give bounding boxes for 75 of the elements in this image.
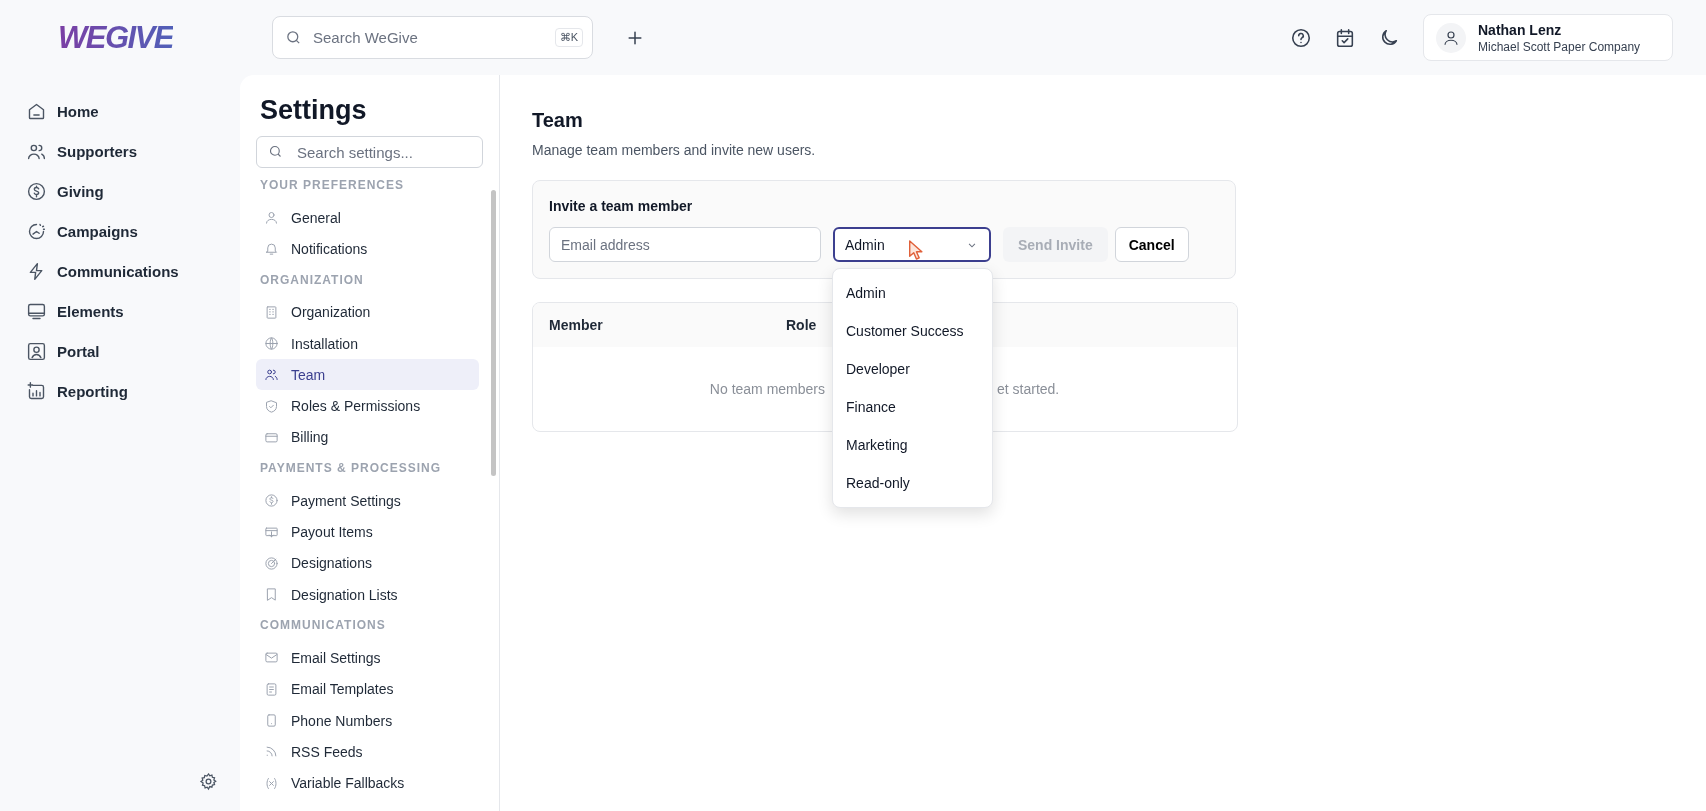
settings-item[interactable]: Email Templates bbox=[256, 673, 479, 705]
invite-title: Invite a team member bbox=[549, 198, 694, 214]
settings-item[interactable]: Billing bbox=[256, 421, 479, 454]
role-option[interactable]: Finance bbox=[833, 388, 992, 426]
role-option[interactable]: Admin bbox=[833, 274, 992, 312]
phone-icon bbox=[264, 713, 279, 728]
section-heading: COMMUNICATIONS bbox=[259, 617, 387, 635]
role-option[interactable]: Developer bbox=[833, 350, 992, 388]
page-subtitle: Manage team members and invite new users. bbox=[532, 142, 817, 158]
building-icon bbox=[264, 304, 279, 320]
people-icon bbox=[264, 367, 279, 383]
scrollbar[interactable] bbox=[491, 190, 496, 476]
empty-state-text: No team members bbox=[708, 381, 825, 397]
settings-search-field[interactable]: Search settings... bbox=[256, 136, 483, 168]
settings-item[interactable]: Notifications bbox=[256, 233, 479, 265]
user-name: Nathan Lenz bbox=[1478, 21, 1563, 38]
bell-icon bbox=[264, 241, 279, 257]
nav-item[interactable]: Reporting bbox=[26, 371, 128, 411]
settings-title: Settings bbox=[260, 95, 368, 126]
user-frame-icon bbox=[26, 340, 47, 362]
nav-item[interactable]: Portal bbox=[26, 331, 100, 371]
search-icon bbox=[268, 144, 283, 159]
section-heading: ORGANIZATION bbox=[259, 271, 365, 289]
document-icon bbox=[264, 681, 279, 697]
settings-item[interactable]: Team bbox=[256, 359, 479, 391]
role-option[interactable]: Read-only bbox=[833, 464, 992, 502]
chart-icon bbox=[26, 380, 47, 402]
cancel-button[interactable]: Cancel bbox=[1114, 227, 1189, 262]
avatar-icon bbox=[1436, 22, 1466, 53]
target-icon bbox=[264, 555, 279, 571]
page-title: Team bbox=[532, 109, 584, 132]
person-icon bbox=[264, 210, 279, 226]
pointer-cursor-icon bbox=[907, 239, 925, 261]
settings-item[interactable]: RSS Feeds bbox=[256, 736, 479, 768]
settings-item[interactable]: Designations bbox=[256, 547, 479, 579]
dollar-icon bbox=[264, 493, 279, 509]
email-field[interactable]: Email address bbox=[549, 227, 821, 262]
settings-item[interactable]: Payment Settings bbox=[256, 485, 479, 517]
dollar-icon bbox=[26, 180, 47, 202]
column-header: Role bbox=[786, 317, 817, 333]
account-menu[interactable]: Nathan Lenz Michael Scott Paper Company bbox=[1423, 14, 1673, 61]
settings-item[interactable]: Installation bbox=[256, 327, 479, 360]
nav-item[interactable]: Giving bbox=[26, 171, 104, 211]
organization-name: Michael Scott Paper Company bbox=[1478, 39, 1641, 54]
tray-icon bbox=[264, 524, 279, 540]
role-select[interactable]: Admin bbox=[833, 227, 991, 262]
nav-item[interactable]: Supporters bbox=[26, 131, 137, 171]
empty-state-text: et started. bbox=[997, 381, 1061, 397]
settings-item[interactable]: Payout Items bbox=[256, 516, 479, 548]
nav-item[interactable]: Communications bbox=[26, 251, 179, 291]
globe-icon bbox=[264, 336, 279, 352]
settings-item[interactable]: Email Settings bbox=[256, 642, 479, 674]
bookmark-icon bbox=[264, 587, 279, 603]
search-icon bbox=[285, 29, 302, 46]
settings-item[interactable]: Variable Fallbacks bbox=[256, 767, 479, 799]
calendar-icon[interactable] bbox=[1334, 26, 1356, 49]
nav-item[interactable]: Elements bbox=[26, 291, 124, 331]
variable-icon bbox=[264, 775, 279, 791]
settings-item[interactable]: Designation Lists bbox=[256, 578, 479, 611]
settings-item[interactable]: General bbox=[256, 202, 479, 234]
shortcut-badge: ⌘K bbox=[554, 28, 583, 47]
nav-item[interactable]: Home bbox=[26, 91, 99, 131]
help-icon[interactable] bbox=[1290, 26, 1312, 49]
mail-icon bbox=[264, 650, 279, 666]
shield-icon bbox=[264, 398, 279, 414]
role-option[interactable]: Customer Success bbox=[833, 312, 992, 350]
nav-item[interactable]: Campaigns bbox=[26, 211, 138, 251]
settings-item[interactable]: Roles & Permissions bbox=[256, 390, 479, 422]
settings-icon[interactable] bbox=[199, 772, 218, 791]
section-heading: PAYMENTS & PROCESSING bbox=[259, 460, 443, 478]
column-header: Member bbox=[549, 317, 603, 333]
section-heading: YOUR PREFERENCES bbox=[259, 177, 406, 194]
role-option[interactable]: Marketing bbox=[833, 426, 992, 464]
settings-item[interactable]: Organization bbox=[256, 296, 479, 328]
settings-item[interactable]: Phone Numbers bbox=[256, 704, 479, 737]
